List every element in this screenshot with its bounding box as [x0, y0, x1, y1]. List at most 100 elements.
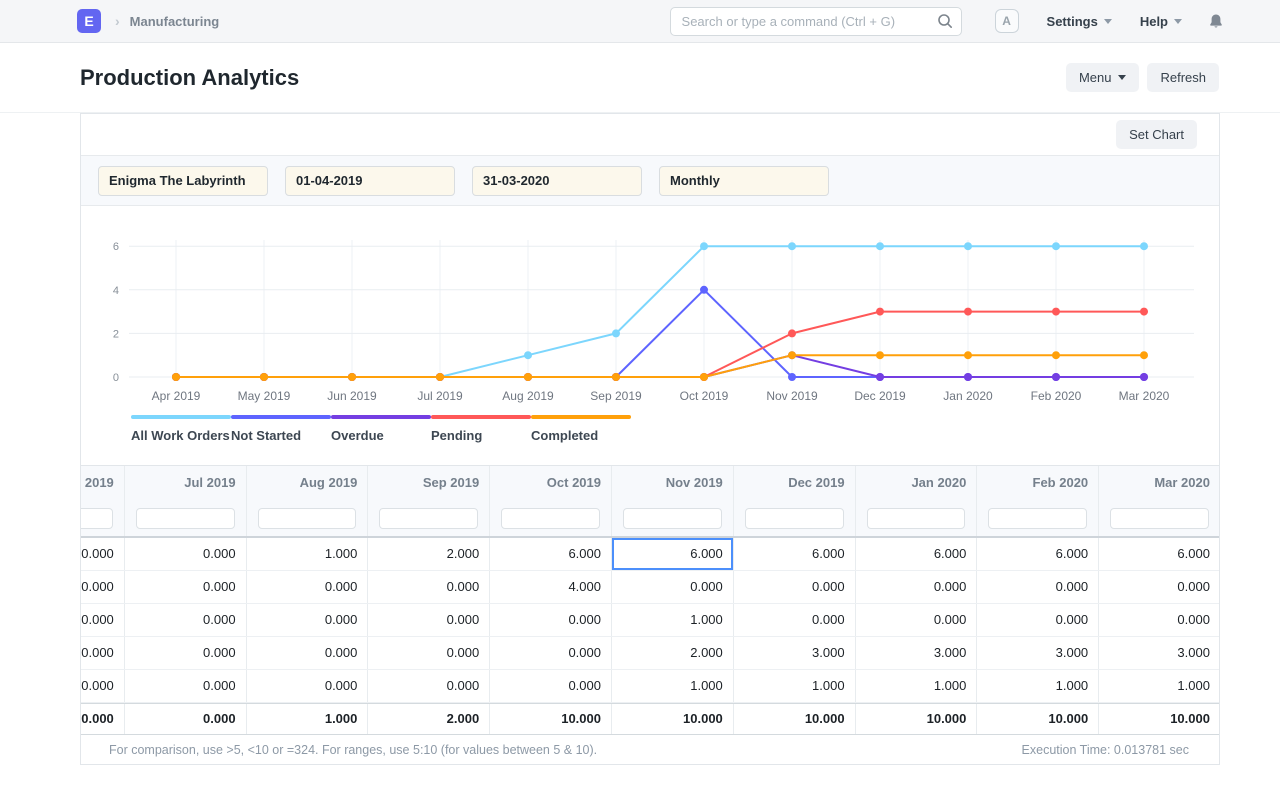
column-header[interactable]: Sep 2019	[368, 466, 491, 500]
table-cell[interactable]: 0.000	[612, 571, 734, 603]
table-cell[interactable]: 0.000	[1099, 604, 1219, 636]
table-cell[interactable]: 0.000	[977, 571, 1100, 603]
table-cell[interactable]: 0.000	[247, 571, 369, 603]
table-cell[interactable]: 6.000	[1099, 538, 1219, 570]
table-cell[interactable]: 0.000	[81, 571, 125, 603]
set-chart-button[interactable]: Set Chart	[1116, 120, 1197, 149]
table-cell[interactable]: 0.000	[734, 604, 856, 636]
table-cell[interactable]: 0.000	[247, 670, 369, 702]
table-cell[interactable]: 2.000	[612, 637, 734, 669]
avatar[interactable]: A	[994, 9, 1019, 33]
total-cell[interactable]: 10.000	[856, 704, 978, 734]
table-cell[interactable]: 6.000	[612, 538, 734, 570]
legend-item[interactable]: All Work Orders	[131, 415, 231, 443]
app-logo[interactable]: E	[77, 9, 101, 33]
column-header[interactable]: Jan 2020	[856, 466, 978, 500]
column-header[interactable]: Aug 2019	[247, 466, 369, 500]
column-header[interactable]: Dec 2019	[734, 466, 856, 500]
refresh-button[interactable]: Refresh	[1147, 63, 1219, 92]
table-cell[interactable]: 0.000	[125, 604, 247, 636]
column-header[interactable]: Oct 2019	[490, 466, 612, 500]
table-cell[interactable]: 0.000	[247, 604, 369, 636]
breadcrumb[interactable]: Manufacturing	[130, 14, 220, 29]
table-cell[interactable]: 0.000	[856, 571, 978, 603]
total-cell[interactable]: 10.000	[1099, 704, 1219, 734]
total-cell[interactable]: 10.000	[612, 704, 734, 734]
table-cell[interactable]: 0.000	[490, 604, 612, 636]
help-menu[interactable]: Help	[1140, 14, 1182, 29]
column-filter-input[interactable]	[81, 507, 113, 529]
table-cell[interactable]: 0.000	[125, 571, 247, 603]
svg-text:Jun 2019: Jun 2019	[327, 389, 377, 403]
table-cell[interactable]: 0.000	[368, 571, 491, 603]
table-cell[interactable]: 0.000	[81, 604, 125, 636]
table-cell[interactable]: 1.000	[856, 670, 978, 702]
column-filter-input[interactable]	[988, 507, 1088, 529]
legend-item[interactable]: Not Started	[231, 415, 331, 443]
table-cell[interactable]: 0.000	[734, 571, 856, 603]
table-cell[interactable]: 0.000	[368, 670, 491, 702]
table-cell[interactable]: 1.000	[1099, 670, 1219, 702]
table-cell[interactable]: 1.000	[977, 670, 1100, 702]
table-cell[interactable]: 0.000	[81, 637, 125, 669]
column-filter-input[interactable]	[744, 507, 844, 529]
column-filter-input[interactable]	[1110, 507, 1209, 529]
table-cell[interactable]: 0.000	[490, 637, 612, 669]
table-cell[interactable]: 0.000	[247, 637, 369, 669]
column-header[interactable]: Nov 2019	[612, 466, 734, 500]
table-cell[interactable]: 0.000	[81, 670, 125, 702]
filter-frequency[interactable]	[659, 165, 829, 196]
column-filter-input[interactable]	[379, 507, 479, 529]
filter-from-date[interactable]	[285, 165, 455, 196]
table-cell[interactable]: 6.000	[856, 538, 978, 570]
total-cell[interactable]: 1.000	[247, 704, 369, 734]
total-cell[interactable]: 2.000	[368, 704, 491, 734]
table-cell[interactable]: 0.000	[368, 637, 491, 669]
column-filter-input[interactable]	[622, 507, 722, 529]
table-cell[interactable]: 1.000	[247, 538, 369, 570]
table-cell[interactable]: 0.000	[125, 637, 247, 669]
table-cell[interactable]: 1.000	[612, 604, 734, 636]
column-header[interactable]: Jul 2019	[125, 466, 247, 500]
table-cell[interactable]: 0.000	[490, 670, 612, 702]
table-cell[interactable]: 3.000	[734, 637, 856, 669]
table-cell[interactable]: 0.000	[81, 538, 125, 570]
column-header[interactable]: Mar 2020	[1099, 466, 1219, 500]
total-cell[interactable]: 0.000	[81, 704, 125, 734]
filter-to-date[interactable]	[472, 165, 642, 196]
menu-button[interactable]: Menu	[1065, 63, 1140, 92]
table-cell[interactable]: 6.000	[490, 538, 612, 570]
table-cell[interactable]: 6.000	[977, 538, 1100, 570]
table-cell[interactable]: 3.000	[977, 637, 1100, 669]
column-header[interactable]: Feb 2020	[977, 466, 1100, 500]
filter-item[interactable]	[98, 165, 268, 196]
column-filter-input[interactable]	[866, 507, 966, 529]
table-cell[interactable]: 0.000	[977, 604, 1100, 636]
table-cell[interactable]: 0.000	[1099, 571, 1219, 603]
table-cell[interactable]: 0.000	[125, 670, 247, 702]
column-header[interactable]: Jun 2019	[81, 466, 125, 500]
legend-item[interactable]: Completed	[531, 415, 631, 443]
table-cell[interactable]: 2.000	[368, 538, 491, 570]
settings-menu[interactable]: Settings	[1047, 14, 1112, 29]
table-cell[interactable]: 1.000	[612, 670, 734, 702]
legend-item[interactable]: Overdue	[331, 415, 431, 443]
column-filter-input[interactable]	[135, 507, 235, 529]
total-cell[interactable]: 10.000	[490, 704, 612, 734]
total-cell[interactable]: 0.000	[125, 704, 247, 734]
table-cell[interactable]: 0.000	[368, 604, 491, 636]
table-cell[interactable]: 4.000	[490, 571, 612, 603]
notifications-bell-icon[interactable]	[1208, 13, 1224, 30]
table-cell[interactable]: 3.000	[1099, 637, 1219, 669]
table-cell[interactable]: 0.000	[856, 604, 978, 636]
table-cell[interactable]: 1.000	[734, 670, 856, 702]
table-cell[interactable]: 3.000	[856, 637, 978, 669]
total-cell[interactable]: 10.000	[734, 704, 856, 734]
column-filter-input[interactable]	[257, 507, 357, 529]
table-cell[interactable]: 0.000	[125, 538, 247, 570]
table-cell[interactable]: 6.000	[734, 538, 856, 570]
column-filter-input[interactable]	[501, 507, 600, 529]
total-cell[interactable]: 10.000	[977, 704, 1100, 734]
search-input[interactable]	[669, 6, 962, 36]
legend-item[interactable]: Pending	[431, 415, 531, 443]
